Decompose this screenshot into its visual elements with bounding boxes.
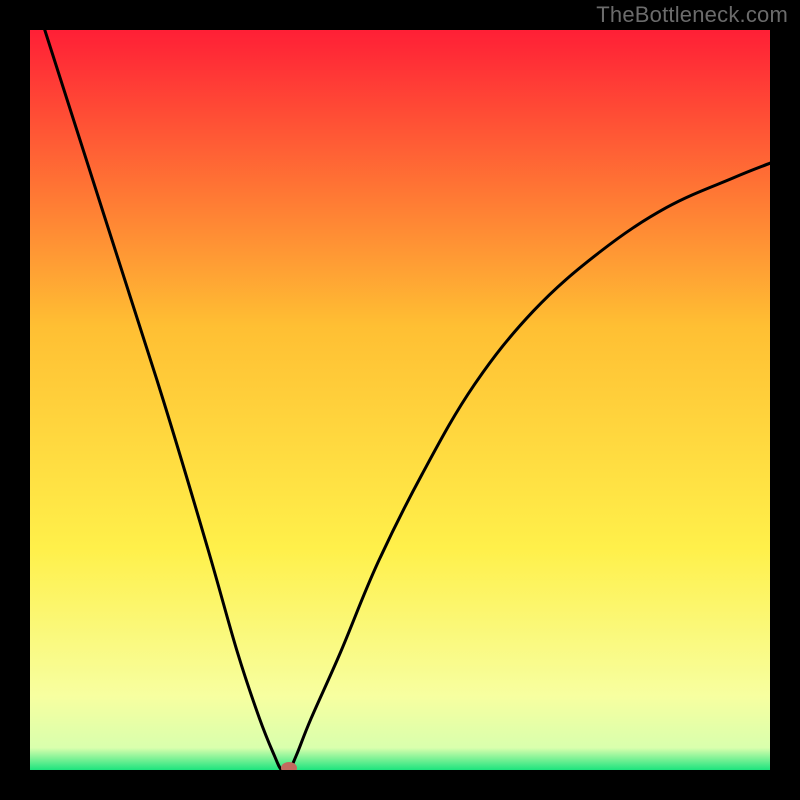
chart-frame: { "watermark": "TheBottleneck.com", "col… <box>0 0 800 800</box>
chart-svg <box>0 0 800 800</box>
plot-area <box>30 30 770 770</box>
watermark: TheBottleneck.com <box>596 2 788 28</box>
